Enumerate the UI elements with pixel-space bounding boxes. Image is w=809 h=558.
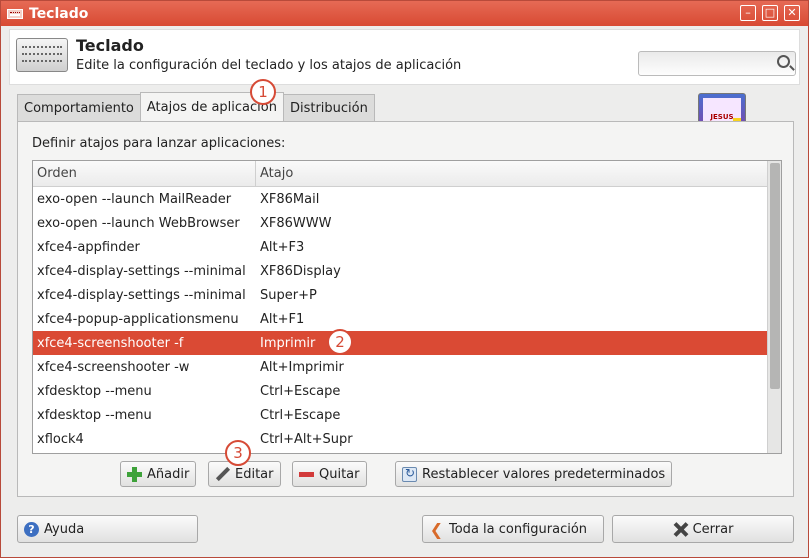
all-settings-button-label: Toda la configuración bbox=[449, 521, 588, 537]
window-title: Teclado bbox=[29, 5, 89, 22]
shortcut-cell: Super+P bbox=[260, 287, 317, 303]
command-cell: xflock4 bbox=[37, 431, 84, 447]
table-row[interactable]: xfdesktop --menu Ctrl+Escape bbox=[33, 379, 781, 403]
keyboard-icon bbox=[16, 38, 68, 72]
shortcut-cell: Alt+Imprimir bbox=[260, 359, 344, 375]
shortcuts-panel: Definir atajos para lanzar aplicaciones:… bbox=[17, 121, 794, 497]
add-button-label: Añadir bbox=[147, 466, 190, 482]
column-header-command[interactable]: Orden bbox=[33, 161, 256, 186]
close-button[interactable]: Cerrar bbox=[612, 515, 794, 543]
dialog-header: Teclado Edite la configuración del tecla… bbox=[9, 29, 800, 85]
search-input[interactable] bbox=[639, 52, 767, 75]
table-row[interactable]: xflock4 Ctrl+Alt+Supr bbox=[33, 427, 781, 451]
command-cell: xfce4-screenshooter -f bbox=[37, 335, 184, 351]
close-window-button[interactable]: ✕ bbox=[784, 5, 800, 21]
annotation-badge-2: 2 bbox=[327, 329, 353, 355]
reset-defaults-button[interactable]: Restablecer valores predeterminados bbox=[395, 461, 673, 487]
help-button[interactable]: ? Ayuda bbox=[17, 515, 198, 543]
plus-icon bbox=[127, 466, 142, 482]
command-cell: exo-open --launch WebBrowser bbox=[37, 215, 240, 231]
shortcut-cell: XF86Mail bbox=[260, 191, 320, 207]
close-icon bbox=[673, 522, 688, 537]
remove-button-label: Quitar bbox=[319, 466, 360, 482]
shortcut-cell: XF86WWW bbox=[260, 215, 332, 231]
close-button-label: Cerrar bbox=[692, 521, 734, 537]
all-settings-button[interactable]: ❮ Toda la configuración bbox=[422, 515, 604, 543]
table-row[interactable]: xfce4-screenshooter -w Alt+Imprimir bbox=[33, 355, 781, 379]
minus-icon bbox=[299, 467, 314, 482]
tab-comportamiento[interactable]: Comportamiento bbox=[17, 94, 141, 121]
reset-icon bbox=[402, 466, 417, 482]
table-row-selected[interactable]: xfce4-screenshooter -f Imprimir bbox=[33, 331, 781, 355]
keyboard-settings-window: Teclado – □ ✕ Teclado Edite la configura… bbox=[0, 0, 809, 558]
search-icon[interactable] bbox=[777, 55, 790, 68]
command-cell: xfdesktop --menu bbox=[37, 407, 152, 423]
command-cell: xfdesktop --menu bbox=[37, 383, 152, 399]
shortcut-cell: Ctrl+Alt+Supr bbox=[260, 431, 353, 447]
shortcut-cell: Alt+F3 bbox=[260, 239, 305, 255]
shortcut-cell: Imprimir bbox=[260, 335, 316, 351]
keyboard-icon bbox=[7, 8, 23, 19]
shortcuts-label: Definir atajos para lanzar aplicaciones: bbox=[32, 136, 286, 151]
table-row[interactable]: xfce4-display-settings --minimal Super+P bbox=[33, 283, 781, 307]
page-title: Teclado bbox=[76, 36, 144, 55]
edit-button[interactable]: Editar bbox=[208, 461, 281, 487]
add-button[interactable]: Añadir bbox=[120, 461, 197, 487]
command-cell: xfce4-popup-applicationsmenu bbox=[37, 311, 239, 327]
tab-distribucion[interactable]: Distribución bbox=[282, 94, 375, 121]
annotation-badge-3: 3 bbox=[225, 440, 251, 466]
column-header-shortcut[interactable]: Atajo bbox=[256, 161, 293, 186]
command-cell: xfce4-screenshooter -w bbox=[37, 359, 190, 375]
scrollbar-thumb[interactable] bbox=[770, 163, 780, 389]
remove-button[interactable]: Quitar bbox=[292, 461, 367, 487]
edit-button-label: Editar bbox=[235, 466, 274, 482]
table-row[interactable]: exo-open --launch WebBrowser XF86WWW bbox=[33, 211, 781, 235]
shortcut-cell: Ctrl+Escape bbox=[260, 383, 341, 399]
maximize-button[interactable]: □ bbox=[762, 5, 778, 21]
page-subtitle: Edite la configuración del teclado y los… bbox=[76, 58, 462, 73]
command-cell: xfce4-appfinder bbox=[37, 239, 140, 255]
table-row[interactable]: exo-open --launch MailReader XF86Mail bbox=[33, 187, 781, 211]
titlebar[interactable]: Teclado – □ ✕ bbox=[1, 1, 808, 26]
pencil-icon bbox=[215, 467, 230, 482]
vertical-scrollbar[interactable] bbox=[767, 161, 781, 453]
command-cell: xfce4-display-settings --minimal bbox=[37, 287, 246, 303]
reset-button-label: Restablecer valores predeterminados bbox=[422, 466, 666, 482]
table-row[interactable]: xfce4-appfinder Alt+F3 bbox=[33, 235, 781, 259]
command-cell: xfce4-display-settings --minimal bbox=[37, 263, 246, 279]
table-row[interactable]: xfdesktop --menu Ctrl+Escape bbox=[33, 403, 781, 427]
minimize-button[interactable]: – bbox=[740, 5, 756, 21]
table-header: Orden Atajo bbox=[33, 161, 781, 187]
back-arrow-icon: ❮ bbox=[429, 519, 444, 539]
shortcut-cell: Ctrl+Escape bbox=[260, 407, 341, 423]
shortcut-cell: XF86Display bbox=[260, 263, 341, 279]
search-box[interactable] bbox=[638, 51, 796, 76]
annotation-badge-1: 1 bbox=[250, 79, 276, 105]
tab-bar: Comportamiento Atajos de aplicación Dist… bbox=[17, 92, 375, 122]
table-row[interactable]: xfce4-display-settings --minimal XF86Disp… bbox=[33, 259, 781, 283]
table-row[interactable]: xfce4-popup-applicationsmenu Alt+F1 bbox=[33, 307, 781, 331]
shortcuts-table[interactable]: Orden Atajo exo-open --launch MailReader… bbox=[32, 160, 782, 454]
shortcut-cell: Alt+F1 bbox=[260, 311, 305, 327]
command-cell: exo-open --launch MailReader bbox=[37, 191, 232, 207]
help-icon: ? bbox=[24, 521, 39, 537]
help-button-label: Ayuda bbox=[44, 521, 85, 537]
